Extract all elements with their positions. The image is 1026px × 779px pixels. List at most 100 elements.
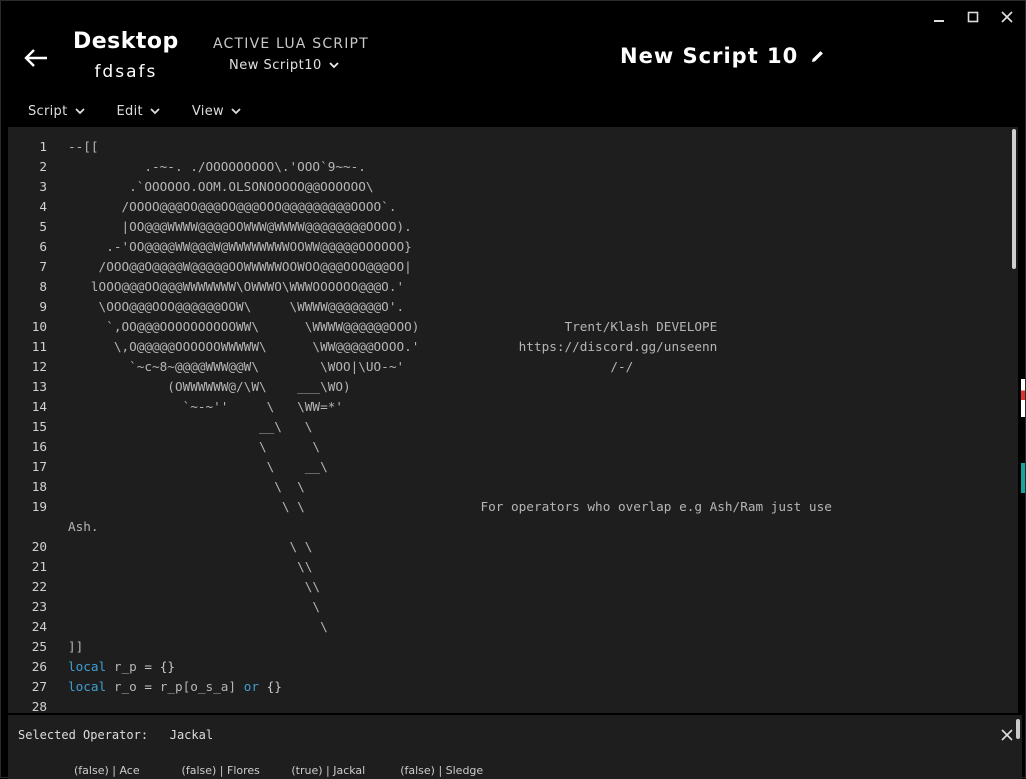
line-number: 1	[39, 139, 47, 154]
lua-expression: r_p[o_s_a]	[159, 679, 237, 694]
line-number: 6	[39, 239, 47, 254]
code-line: 2 .-~-. ./OOOOOOOOO\.'OOO`9~~-.	[8, 157, 1010, 177]
code-line: 27 local r_o = r_p[o_s_a] or {}	[8, 677, 1010, 697]
code-line: 5 |OO@@@WWWW@@@@OOWWW@WWWW@@@@@@@@OOOO).	[8, 217, 1010, 237]
code-line: 25]]	[8, 637, 1010, 657]
code-line: 24 \	[8, 617, 1010, 637]
line-number: 4	[39, 199, 47, 214]
code-line: 12 `~c~8~@@@@WWW@@W\ \WOO|\UO-~' /-/	[8, 357, 1010, 377]
code-line: 22 \\	[8, 577, 1010, 597]
line-number: 26	[31, 659, 47, 674]
line-number: 3	[39, 179, 47, 194]
menu-bar: Script Edit View	[28, 104, 241, 119]
line-text: .-~-. ./OOOOOOOOO\.'OOO`9~~-.	[68, 159, 366, 174]
line-number: 13	[31, 379, 47, 394]
line-text: (OWWWWWW@/\W\ ___\WO)	[68, 379, 351, 394]
edge-fragment-teal	[1021, 463, 1025, 493]
lua-operator: =	[144, 659, 153, 674]
menu-view[interactable]: View	[192, 104, 241, 119]
menu-edit[interactable]: Edit	[117, 104, 160, 119]
code-line: 15 __\ \	[8, 417, 1010, 437]
script-title: New Script 10	[620, 44, 799, 68]
line-number: 10	[31, 319, 47, 334]
chevron-down-icon	[150, 108, 160, 115]
menu-script[interactable]: Script	[28, 104, 85, 119]
maximize-icon[interactable]	[965, 9, 981, 25]
menu-script-label: Script	[28, 104, 68, 119]
lua-variable: r_o	[113, 679, 137, 694]
line-text	[47, 697, 68, 713]
selected-operator-row: Selected Operator: Jackal	[18, 728, 213, 742]
line-text: |OO@@@WWWW@@@@OOWWW@WWWW@@@@@@@@OOOO).	[68, 219, 412, 234]
active-script-block: ACTIVE LUA SCRIPT New Script10	[213, 36, 369, 73]
selected-operator-label: Selected Operator:	[18, 728, 149, 742]
lua-value: {}	[266, 679, 282, 694]
line-number: 12	[31, 359, 47, 374]
code-line: 11 \,O@@@@@OOOOOOWWWWW\ \WW@@@@@OOOO.' h…	[8, 337, 1010, 357]
selected-operator-value: Jackal	[169, 728, 214, 742]
edge-fragment-red	[1021, 379, 1025, 417]
line-text: \\	[68, 579, 321, 594]
line-number: 18	[31, 479, 47, 494]
code-line-wrap: Ash.	[8, 517, 1010, 537]
code-line: 26 local r_p = {}	[8, 657, 1010, 677]
lua-operator: =	[144, 679, 153, 694]
line-number: 11	[31, 339, 47, 354]
line-text: \\	[68, 559, 313, 574]
output-panel: Selected Operator: Jackal (false) | Ace …	[8, 715, 1022, 779]
line-number: 16	[31, 439, 47, 454]
script-title-area: New Script 10	[620, 44, 825, 68]
lua-variable: r_p	[113, 659, 137, 674]
device-subtitle: fdsafs	[94, 62, 158, 82]
active-script-value: New Script10	[229, 58, 322, 73]
line-text: \ __\	[68, 459, 328, 474]
code-line: 13 (OWWWWWW@/\W\ ___\WO)	[8, 377, 1010, 397]
line-number: 28	[31, 699, 47, 713]
keyword-local: local	[68, 659, 107, 674]
line-text: --[[	[68, 139, 99, 154]
line-text: \ \	[68, 439, 321, 454]
keyword-local: local	[68, 679, 107, 694]
line-number: 14	[31, 399, 47, 414]
active-script-dropdown[interactable]: New Script10	[229, 58, 369, 73]
code-line: 20 \ \	[8, 537, 1010, 557]
line-number: 15	[31, 419, 47, 434]
menu-edit-label: Edit	[116, 104, 143, 119]
code-line: 16 \ \	[8, 437, 1010, 457]
line-text: `~c~8~@@@@WWW@@W\ \WOO|\UO-~' /-/	[68, 359, 634, 374]
line-text: \	[68, 599, 321, 614]
minimize-icon[interactable]	[931, 9, 947, 25]
code-line: 19 \ \ For operators who overlap e.g Ash…	[8, 497, 1010, 517]
editor-scrollbar[interactable]	[1012, 129, 1016, 269]
line-text: `~-~'' \ \WW=*'	[68, 399, 343, 414]
line-text: ]]	[68, 639, 84, 654]
panel-scrollbar[interactable]	[1016, 719, 1020, 739]
line-text: __\ \	[68, 419, 313, 434]
close-icon[interactable]	[999, 9, 1015, 25]
line-text: lOOO@@@OO@@@WWWWWWW\OWWWO\WWWOOOOOO@@@O.…	[68, 279, 405, 294]
code-lines: 1 --[[ 2 .-~-. ./OOOOOOOOO\.'OOO`9~~-. 3 …	[8, 137, 1010, 713]
close-icon[interactable]	[1001, 726, 1013, 745]
line-number: 8	[39, 279, 47, 294]
line-text: .`OOOOOO.OOM.OLSONOOOOO@@OOOOOO\	[68, 179, 374, 194]
line-text: \ \ For operators who overlap e.g Ash/Ra…	[68, 499, 832, 514]
keyword-or: or	[243, 679, 259, 694]
line-text: .-'OO@@@@WW@@@W@WWWWWWWWOOWW@@@@@OOOOOO}	[68, 239, 412, 254]
line-text: local r_p = {}	[47, 657, 175, 677]
line-number: 20	[31, 539, 47, 554]
code-line: 8 lOOO@@@OO@@@WWWWWWW\OWWWO\WWWOOOOOO@@@…	[8, 277, 1010, 297]
chevron-down-icon	[329, 62, 339, 69]
code-editor[interactable]: 1 --[[ 2 .-~-. ./OOOOOOOOO\.'OOO`9~~-. 3 …	[8, 127, 1018, 713]
line-number: 7	[39, 259, 47, 274]
pencil-icon[interactable]	[810, 49, 825, 64]
code-line: 18 \ \	[8, 477, 1010, 497]
device-info: Desktop fdsafs	[73, 29, 179, 82]
back-arrow-icon[interactable]	[23, 47, 49, 69]
lua-value: {}	[159, 659, 175, 674]
chevron-down-icon	[74, 108, 85, 115]
line-text: `,OO@@@OOOOOOOOOOWW\ \WWWW@@@@@@OOO) Tre…	[68, 319, 718, 334]
chevron-down-icon	[231, 108, 241, 115]
line-text: /OOOO@@@OO@@@OO@@@OOO@@@@@@@@@OOOO`.	[68, 199, 397, 214]
code-line: 17 \ __\	[8, 457, 1010, 477]
code-line: 14 `~-~'' \ \WW=*'	[8, 397, 1010, 417]
